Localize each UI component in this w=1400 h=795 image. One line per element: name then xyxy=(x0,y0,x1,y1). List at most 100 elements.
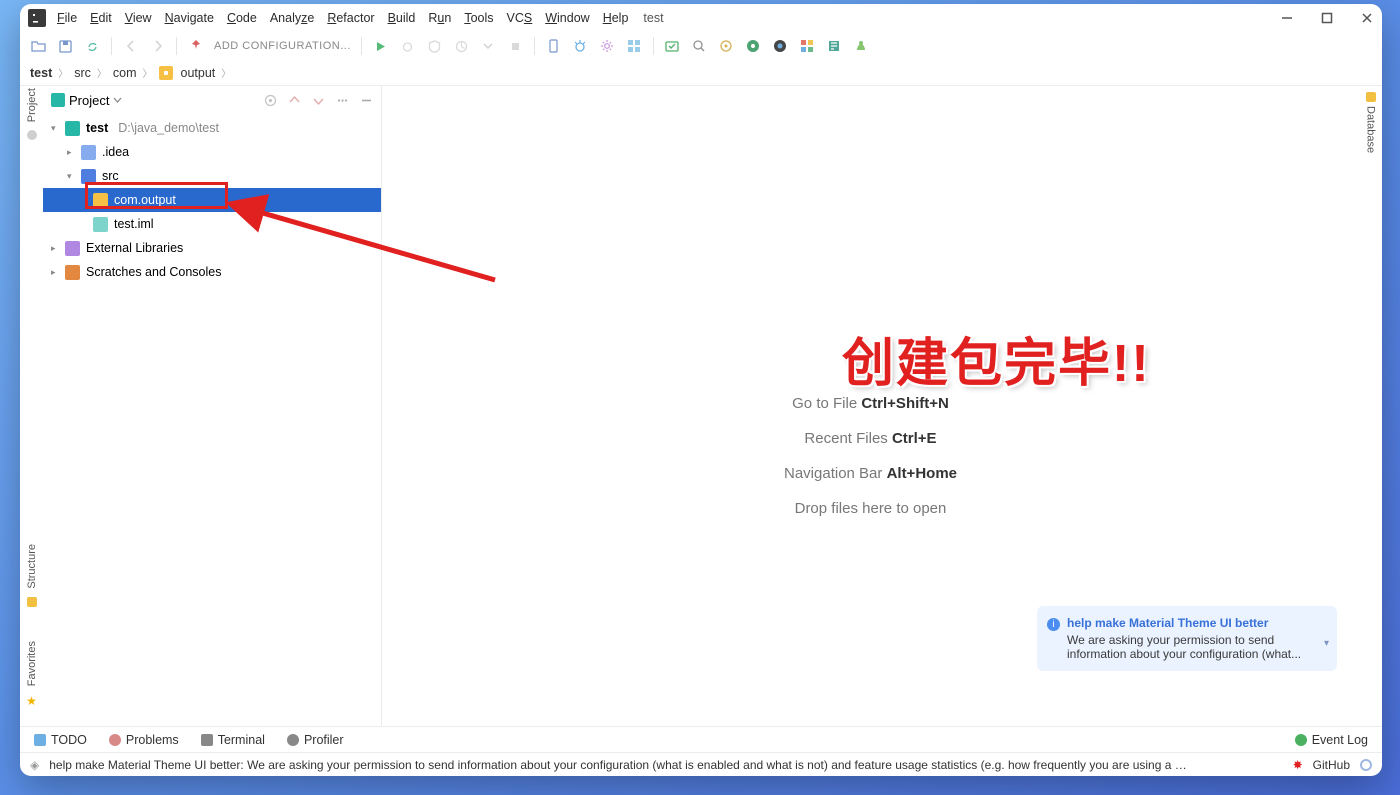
chevron-down-icon: ▾ xyxy=(51,123,59,134)
project-view-label: Project xyxy=(69,93,109,108)
menu-analyze[interactable]: Analyze xyxy=(270,11,314,25)
breadcrumb-bar: test〉 src〉 com〉 output〉 xyxy=(20,60,1382,86)
notification-popup[interactable]: i help make Material Theme UI better We … xyxy=(1037,606,1337,671)
expand-all-icon[interactable] xyxy=(287,93,301,107)
status-gutter-icon[interactable]: ◈ xyxy=(30,758,39,772)
tree-node-idea[interactable]: ▸ .idea xyxy=(43,140,381,164)
project-tree[interactable]: ▾ test D:\java_demo\test ▸ .idea ▾ src xyxy=(43,114,381,726)
intellij-logo-icon xyxy=(28,9,46,27)
tool-project-tab[interactable]: Project xyxy=(26,88,38,122)
breadcrumb-item[interactable]: test xyxy=(30,66,52,80)
menu-window[interactable]: Window xyxy=(545,11,589,25)
grid-icon[interactable] xyxy=(626,38,643,55)
window-maximize-button[interactable] xyxy=(1320,11,1334,25)
toolbar-sep xyxy=(361,37,362,55)
run-dropdown-icon[interactable] xyxy=(480,38,497,55)
structure-icon xyxy=(27,597,37,607)
tree-node-package-selected[interactable]: com.output xyxy=(43,188,381,212)
menu-file[interactable]: File xyxy=(57,11,77,25)
tool-icon-4[interactable] xyxy=(745,38,762,55)
window-minimize-button[interactable] xyxy=(1280,11,1294,25)
tool-icon-3[interactable] xyxy=(718,38,735,55)
coverage-icon[interactable] xyxy=(426,38,443,55)
package-icon xyxy=(93,193,108,208)
chevron-down-icon: ▾ xyxy=(67,171,75,182)
run-icon[interactable] xyxy=(372,38,389,55)
tree-node-label: .idea xyxy=(102,145,129,159)
tree-node-label: test xyxy=(86,121,108,135)
editor-area[interactable]: Go to File Ctrl+Shift+N Recent Files Ctr… xyxy=(382,86,1359,726)
tool-dot-icon xyxy=(27,130,37,140)
select-opened-icon[interactable] xyxy=(263,93,277,107)
device-icon[interactable] xyxy=(545,38,562,55)
info-icon: i xyxy=(1047,618,1060,631)
tool-icon-6[interactable] xyxy=(799,38,816,55)
tool-icon-7[interactable] xyxy=(826,38,843,55)
tree-node-external-libs[interactable]: ▸ External Libraries xyxy=(43,236,381,260)
settings-gear-icon[interactable] xyxy=(599,38,616,55)
search-icon[interactable] xyxy=(691,38,708,55)
nav-back-icon[interactable] xyxy=(122,38,139,55)
tree-node-iml[interactable]: test.iml xyxy=(43,212,381,236)
open-folder-icon[interactable] xyxy=(30,38,47,55)
stop-icon[interactable] xyxy=(507,38,524,55)
bug-icon[interactable]: ✸ xyxy=(1293,758,1303,772)
menu-help[interactable]: Help xyxy=(603,11,629,25)
menu-refactor[interactable]: Refactor xyxy=(327,11,374,25)
tab-profiler[interactable]: Profiler xyxy=(287,733,344,747)
menu-vcs[interactable]: VCS xyxy=(507,11,533,25)
project-view-icon xyxy=(51,93,65,107)
menu-navigate[interactable]: Navigate xyxy=(165,11,214,25)
tab-eventlog[interactable]: Event Log xyxy=(1295,733,1368,747)
hide-panel-icon[interactable] xyxy=(359,93,373,107)
tool-icon-1[interactable] xyxy=(664,38,681,55)
nav-fwd-icon[interactable] xyxy=(149,38,166,55)
chevron-right-icon: 〉 xyxy=(221,65,231,80)
save-icon[interactable] xyxy=(57,38,74,55)
tab-terminal[interactable]: Terminal xyxy=(201,733,265,747)
menu-run[interactable]: Run xyxy=(428,11,451,25)
collapse-all-icon[interactable] xyxy=(311,93,325,107)
chevron-right-icon: 〉 xyxy=(143,65,153,80)
tree-node-scratches[interactable]: ▸ Scratches and Consoles xyxy=(43,260,381,284)
tab-problems[interactable]: Problems xyxy=(109,733,179,747)
tool-database-tab[interactable]: Database xyxy=(1365,106,1377,153)
tool-icon-5[interactable] xyxy=(772,38,789,55)
menu-tools[interactable]: Tools xyxy=(464,11,493,25)
chevron-down-icon xyxy=(113,96,122,105)
window-close-button[interactable] xyxy=(1360,11,1374,25)
debug-icon[interactable] xyxy=(399,38,416,55)
status-message: help make Material Theme UI better: We a… xyxy=(49,758,1189,772)
tree-node-src[interactable]: ▾ src xyxy=(43,164,381,188)
add-configuration-button[interactable]: ADD CONFIGURATION... xyxy=(214,40,351,52)
branch-icon[interactable] xyxy=(1360,759,1372,771)
panel-options-icon[interactable] xyxy=(335,93,349,107)
notification-body: We are asking your permission to send in… xyxy=(1067,633,1311,661)
tool-favorites-tab[interactable]: Favorites xyxy=(26,641,38,686)
source-folder-icon xyxy=(81,169,96,184)
project-panel: Project ▾ test D:\java_demo\test xyxy=(43,86,382,726)
project-view-selector[interactable]: Project xyxy=(51,93,122,108)
breadcrumb-item[interactable]: src xyxy=(74,66,91,80)
sync-icon[interactable] xyxy=(84,38,101,55)
attach-debug-icon[interactable] xyxy=(572,38,589,55)
profile-icon[interactable] xyxy=(453,38,470,55)
menu-code[interactable]: Code xyxy=(227,11,257,25)
tab-todo[interactable]: TODO xyxy=(34,733,87,747)
tool-structure-tab[interactable]: Structure xyxy=(26,544,38,589)
main-toolbar: ADD CONFIGURATION... xyxy=(20,32,1382,60)
package-icon xyxy=(159,66,173,80)
chevron-down-icon[interactable]: ▾ xyxy=(1324,638,1329,649)
menu-build[interactable]: Build xyxy=(388,11,416,25)
breadcrumb-item[interactable]: output xyxy=(181,66,216,80)
tree-node-root[interactable]: ▾ test D:\java_demo\test xyxy=(43,116,381,140)
pin-icon[interactable] xyxy=(187,38,204,55)
tool-icon-8[interactable] xyxy=(853,38,870,55)
menu-view[interactable]: View xyxy=(125,11,152,25)
toolbar-sep xyxy=(534,37,535,55)
menu-edit[interactable]: Edit xyxy=(90,11,112,25)
main-content: Project Structure Favorites ★ Project xyxy=(20,86,1382,726)
breadcrumb-item[interactable]: com xyxy=(113,66,137,80)
github-widget[interactable]: GitHub xyxy=(1313,758,1350,772)
menu-items: File Edit View Navigate Code Analyze Ref… xyxy=(53,11,628,25)
